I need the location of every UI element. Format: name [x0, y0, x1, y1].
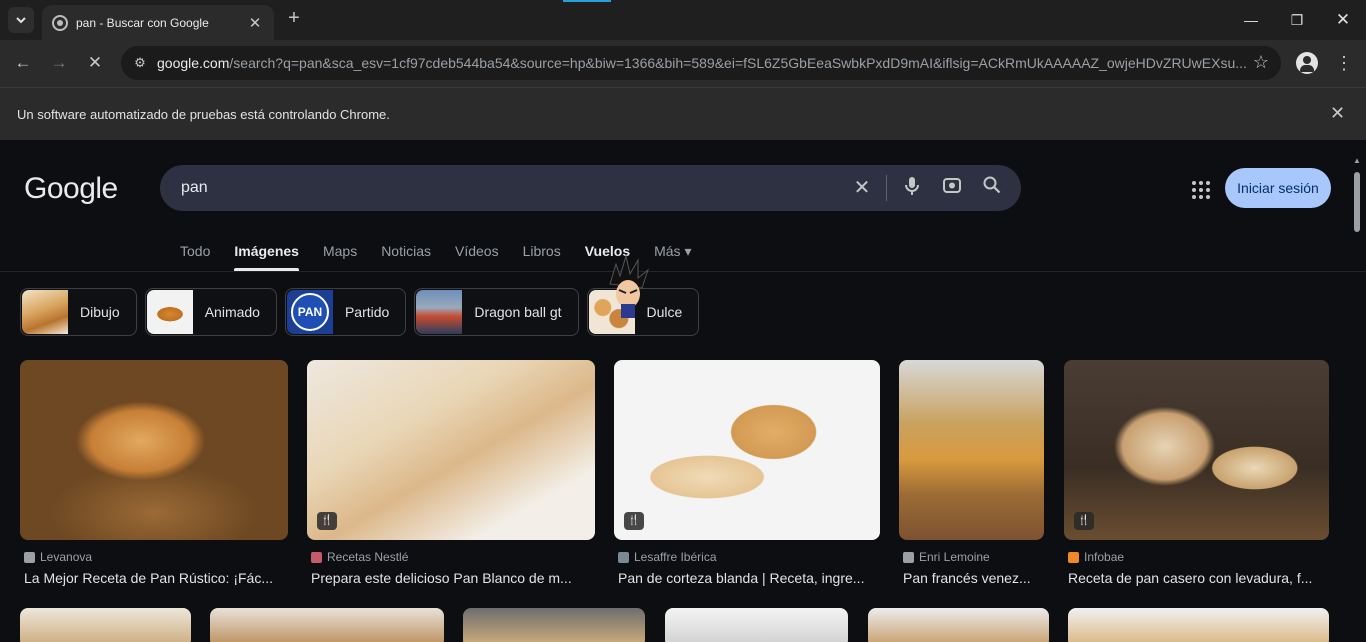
lens-camera-icon[interactable] [940, 176, 964, 200]
new-tab-button[interactable]: + [283, 7, 305, 30]
sign-in-button[interactable]: Iniciar sesión [1225, 168, 1331, 208]
result-image-pan-corteza[interactable]: 🍴 [614, 360, 880, 540]
result-image-pan-rustico[interactable] [20, 360, 288, 540]
image-result[interactable] [1068, 608, 1329, 642]
result-image-pan-frances[interactable] [899, 360, 1044, 540]
result-caption[interactable]: Pan de corteza blanda | Receta, ingre... [614, 570, 880, 586]
tabs-divider [0, 271, 1366, 272]
forward-button[interactable]: → [46, 50, 72, 76]
back-button[interactable]: ← [10, 50, 36, 76]
vegeta-cursor-icon [609, 254, 650, 318]
google-apps-icon[interactable] [1189, 178, 1213, 202]
source-favicon-icon [1068, 551, 1079, 563]
tab-close-icon[interactable]: ✕ [246, 14, 264, 32]
tab-noticias[interactable]: Noticias [381, 236, 431, 272]
image-result[interactable]: Levanova La Mejor Receta de Pan Rústico:… [20, 360, 288, 586]
result-caption[interactable]: Prepara este delicioso Pan Blanco de m..… [307, 570, 595, 586]
search-box[interactable]: ✕ [160, 165, 1021, 211]
tab-libros[interactable]: Libros [523, 236, 561, 272]
chip-thumbnail [146, 290, 193, 334]
chevron-down-icon [16, 17, 26, 24]
result-image-pan-casero[interactable]: 🍴 [1064, 360, 1329, 540]
scroll-up-arrow-icon[interactable]: ▲ [1353, 156, 1361, 165]
tab-imagenes[interactable]: Imágenes [234, 236, 299, 272]
bookmark-star-icon[interactable]: ☆ [1253, 52, 1269, 73]
image-result[interactable]: 🍴 Lesaffre Ibérica Pan de corteza blanda… [614, 360, 880, 586]
google-logo[interactable]: Google [24, 172, 118, 206]
restaurant-icon: 🍴 [624, 512, 644, 530]
minimize-button[interactable]: — [1236, 8, 1266, 32]
chip-dragon-ball-gt[interactable]: Dragon ball gt [414, 288, 579, 336]
chip-thumbnail [416, 290, 463, 334]
chrome-menu-icon[interactable]: ⋮ [1334, 50, 1354, 76]
tab-search-button[interactable] [8, 7, 34, 33]
result-source[interactable]: Recetas Nestlé [307, 550, 595, 564]
page-scrollbar[interactable]: ▲ [1352, 154, 1362, 642]
result-source[interactable]: Infobae [1064, 550, 1329, 564]
site-settings-icon[interactable]: ⚙ [131, 54, 149, 72]
pan-party-logo: PAN [290, 293, 329, 331]
tab-mas[interactable]: Más ▾ [654, 236, 691, 272]
tab-videos[interactable]: Vídeos [455, 236, 499, 272]
restaurant-icon: 🍴 [1074, 512, 1094, 530]
search-divider [886, 175, 887, 201]
microphone-icon[interactable] [900, 176, 924, 200]
chip-dibujo[interactable]: Dibujo [20, 288, 137, 336]
tab-strip: pan - Buscar con Google ✕ + — ❐ ✕ [0, 0, 1366, 40]
image-result[interactable] [20, 608, 191, 642]
image-result[interactable]: 🍴 Infobae Receta de pan casero con levad… [1064, 360, 1329, 586]
chip-partido[interactable]: PAN Partido [284, 288, 407, 336]
source-favicon-icon [903, 551, 914, 563]
google-results-page: Google ✕ Iniciar sesión ▲ Todo Imágenes … [0, 140, 1366, 642]
source-favicon-icon [311, 551, 322, 563]
result-caption[interactable]: Pan francés venez... [899, 570, 1044, 586]
automation-infobar: Un software automatizado de pruebas está… [0, 87, 1366, 140]
stop-loading-button[interactable]: ✕ [82, 50, 108, 76]
tab-maps[interactable]: Maps [323, 236, 357, 272]
browser-toolbar: ← → ✕ ⚙ google.com/search?q=pan&sca_esv=… [0, 40, 1366, 87]
infobar-close-icon[interactable]: ✕ [1330, 103, 1345, 124]
search-icon[interactable] [980, 176, 1004, 200]
image-result[interactable]: Enri Lemoine Pan francés venez... [899, 360, 1044, 586]
source-favicon-icon [24, 551, 35, 563]
result-source[interactable]: Lesaffre Ibérica [614, 550, 880, 564]
refinement-chips: Dibujo Animado PAN Partido Dragon ball g… [20, 288, 707, 336]
restore-button[interactable]: ❐ [1282, 8, 1312, 32]
result-caption[interactable]: La Mejor Receta de Pan Rústico: ¡Fác... [20, 570, 288, 586]
image-result[interactable] [463, 608, 645, 642]
chip-thumbnail [22, 290, 68, 334]
chip-thumbnail: PAN [286, 290, 333, 334]
browser-tab[interactable]: pan - Buscar con Google ✕ [42, 5, 274, 40]
search-input[interactable] [181, 179, 831, 197]
url-text[interactable]: google.com/search?q=pan&sca_esv=1cf97cde… [157, 55, 1281, 71]
tab-title: pan - Buscar con Google [76, 15, 209, 30]
scroll-thumb[interactable] [1354, 172, 1360, 232]
result-source[interactable]: Levanova [20, 550, 288, 564]
profile-avatar-icon[interactable] [1296, 52, 1318, 74]
restaurant-icon: 🍴 [317, 512, 337, 530]
loading-favicon-icon [52, 14, 68, 31]
result-image-pan-blanco[interactable]: 🍴 [307, 360, 595, 540]
result-source[interactable]: Enri Lemoine [899, 550, 1044, 564]
address-bar[interactable]: ⚙ google.com/search?q=pan&sca_esv=1cf97c… [121, 46, 1281, 80]
image-result[interactable]: 🍴 Recetas Nestlé Prepara este delicioso … [307, 360, 595, 586]
image-result[interactable] [665, 608, 848, 642]
clear-search-icon[interactable]: ✕ [850, 176, 874, 200]
source-favicon-icon [618, 551, 629, 563]
close-window-button[interactable]: ✕ [1328, 8, 1358, 32]
chip-animado[interactable]: Animado [144, 288, 277, 336]
window-accent [563, 0, 611, 2]
infobar-message: Un software automatizado de pruebas está… [17, 107, 390, 122]
tab-todo[interactable]: Todo [180, 236, 210, 272]
result-caption[interactable]: Receta de pan casero con levadura, f... [1064, 570, 1329, 586]
image-result[interactable] [868, 608, 1049, 642]
image-result[interactable] [210, 608, 444, 642]
